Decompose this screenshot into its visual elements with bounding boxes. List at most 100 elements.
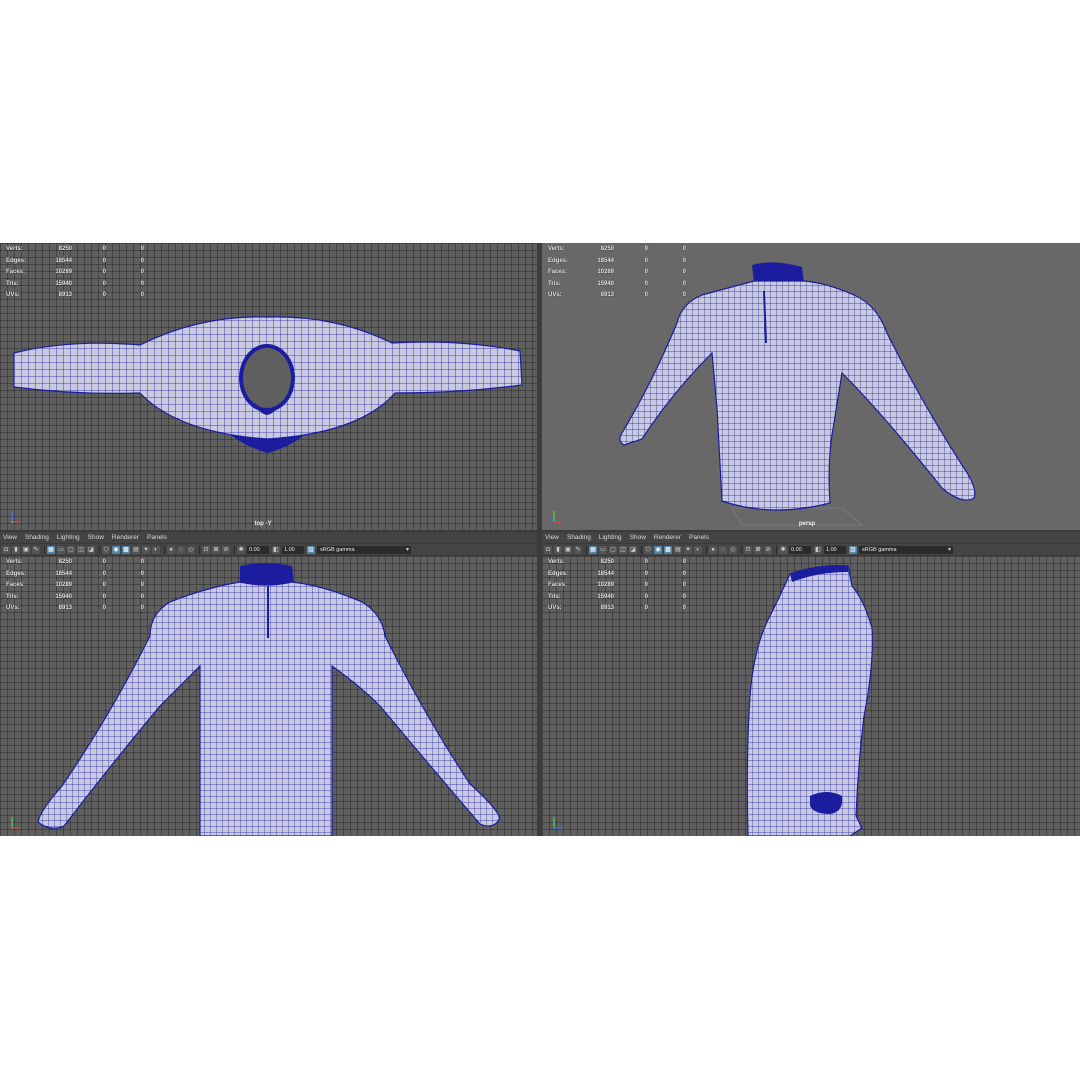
anti-alias-icon[interactable]: ◇ xyxy=(187,545,195,554)
hud-value: 8250 xyxy=(58,559,72,565)
hud-row-verts: Verts: 8250 0 0 xyxy=(548,244,686,256)
hud-value: 0 xyxy=(682,570,686,577)
shadows-icon[interactable]: ◐ xyxy=(694,545,702,554)
menu-renderer[interactable]: Renderer xyxy=(651,534,686,541)
exposure-icon[interactable]: ✺ xyxy=(237,545,245,554)
hud-value: 0 xyxy=(644,280,648,287)
hud-value: 0 xyxy=(102,292,106,298)
hud-value: 18544 xyxy=(597,570,614,577)
hud-label: UVs: xyxy=(548,605,562,611)
hud-value: 8913 xyxy=(600,292,614,298)
viewport-side[interactable]: Verts: 8250 0 0 Edges: 18544 0 0 Faces: 10289 0 0… xyxy=(542,556,1080,836)
gamma-icon[interactable]: ◧ xyxy=(272,545,280,554)
xray-icon[interactable]: ⊠ xyxy=(212,545,220,554)
viewport-persp[interactable]: Verts: 8250 0 0 Edges: 18544 0 0 Faces: 10289 0 0… xyxy=(542,243,1080,530)
pane-divider-vertical[interactable] xyxy=(537,243,542,836)
grid-icon[interactable]: ▦ xyxy=(47,545,55,554)
view-transform-select[interactable]: sRGB gamma xyxy=(859,545,953,554)
hud-value: 0 xyxy=(682,280,686,287)
lights-icon[interactable]: ✦ xyxy=(684,545,692,554)
hud-row-faces: Faces: 10289 0 0 xyxy=(548,580,686,592)
camera-icon[interactable]: ◘ xyxy=(544,545,552,554)
menu-panels[interactable]: Panels xyxy=(686,534,714,541)
pencil-icon[interactable]: ✎ xyxy=(574,545,582,554)
menu-shading[interactable]: Shading xyxy=(22,534,54,541)
hud-value: 0 xyxy=(682,559,686,565)
smooth-shade-icon[interactable]: ◉ xyxy=(112,545,120,554)
menu-shading[interactable]: Shading xyxy=(564,534,596,541)
menu-show[interactable]: Show xyxy=(627,534,651,541)
hud-label: Verts: xyxy=(548,559,565,565)
exposure-icon[interactable]: ✺ xyxy=(779,545,787,554)
menu-lighting[interactable]: Lighting xyxy=(54,534,85,541)
menu-panels[interactable]: Panels xyxy=(144,534,172,541)
exposure-field[interactable]: 0.00 xyxy=(789,545,811,554)
ambient-occlusion-icon[interactable]: ● xyxy=(709,545,717,554)
exposure-field[interactable]: 0.00 xyxy=(247,545,269,554)
isolate-icon[interactable]: ⊡ xyxy=(202,545,210,554)
hud-label: UVs: xyxy=(6,605,20,611)
hud-row-tris: Tris: 15940 0 0 xyxy=(548,592,686,604)
hud-value: 0 xyxy=(644,593,648,600)
wireframe-icon[interactable]: ⬡ xyxy=(644,545,652,554)
wireframe-icon[interactable]: ⬡ xyxy=(102,545,110,554)
wireframe-on-shaded-icon[interactable]: ▩ xyxy=(122,545,130,554)
camera-icon[interactable]: ◘ xyxy=(2,545,10,554)
image-plane-icon[interactable]: ▣ xyxy=(22,545,30,554)
gamma-field[interactable]: 1.00 xyxy=(282,545,304,554)
menu-view[interactable]: View xyxy=(542,534,564,541)
bookmark-icon[interactable]: ▮ xyxy=(12,545,20,554)
textured-icon[interactable]: ▤ xyxy=(674,545,682,554)
hud-row-tris: Tris: 15940 0 0 xyxy=(6,592,144,604)
xray-icon[interactable]: ⊠ xyxy=(754,545,762,554)
color-management-icon[interactable]: ▨ xyxy=(849,545,857,554)
menu-renderer[interactable]: Renderer xyxy=(109,534,144,541)
bookmark-icon[interactable]: ▮ xyxy=(554,545,562,554)
hud-value: 0 xyxy=(682,246,686,252)
image-plane-icon[interactable]: ▣ xyxy=(564,545,572,554)
hud-value: 0 xyxy=(102,246,106,252)
safe-title-icon[interactable]: ◪ xyxy=(87,545,95,554)
safe-action-icon[interactable]: ◫ xyxy=(619,545,627,554)
resolution-gate-icon[interactable]: ▢ xyxy=(609,545,617,554)
xray-joints-icon[interactable]: ⊘ xyxy=(764,545,772,554)
lights-icon[interactable]: ✦ xyxy=(142,545,150,554)
poly-count-hud: Verts: 8250 0 0 Edges: 18544 0 0 Faces: 10289 0 0… xyxy=(6,244,144,302)
menu-show[interactable]: Show xyxy=(85,534,109,541)
pencil-icon[interactable]: ✎ xyxy=(32,545,40,554)
hud-value: 15940 xyxy=(55,280,72,287)
hud-label: Verts: xyxy=(6,559,23,565)
toolbar-separator xyxy=(44,545,45,554)
color-management-icon[interactable]: ▨ xyxy=(307,545,315,554)
gamma-field[interactable]: 1.00 xyxy=(824,545,846,554)
hud-value: 8250 xyxy=(600,559,614,565)
isolate-icon[interactable]: ⊡ xyxy=(744,545,752,554)
menu-view[interactable]: View xyxy=(0,534,22,541)
hud-value: 0 xyxy=(644,605,648,611)
safe-title-icon[interactable]: ◪ xyxy=(629,545,637,554)
axis-gizmo xyxy=(550,508,564,524)
poly-count-hud: Verts: 8250 0 0 Edges: 18544 0 0 Faces: 10289 0 0… xyxy=(548,557,686,615)
ambient-occlusion-icon[interactable]: ● xyxy=(167,545,175,554)
gamma-icon[interactable]: ◧ xyxy=(814,545,822,554)
viewport-front[interactable]: Verts: 8250 0 0 Edges: 18544 0 0 Faces: 10289 0 0… xyxy=(0,556,537,836)
smooth-shade-icon[interactable]: ◉ xyxy=(654,545,662,554)
menu-lighting[interactable]: Lighting xyxy=(596,534,627,541)
motion-blur-icon[interactable]: ◌ xyxy=(719,545,727,554)
shadows-icon[interactable]: ◐ xyxy=(152,545,160,554)
motion-blur-icon[interactable]: ◌ xyxy=(177,545,185,554)
view-transform-select[interactable]: sRGB gamma xyxy=(317,545,411,554)
xray-joints-icon[interactable]: ⊘ xyxy=(222,545,230,554)
film-gate-icon[interactable]: ▭ xyxy=(57,545,65,554)
viewport-top[interactable]: Verts: 8250 0 0 Edges: 18544 0 0 Faces: 10289 0 0… xyxy=(0,243,537,530)
anti-alias-icon[interactable]: ◇ xyxy=(729,545,737,554)
textured-icon[interactable]: ▤ xyxy=(132,545,140,554)
safe-action-icon[interactable]: ◫ xyxy=(77,545,85,554)
hud-row-verts: Verts: 8250 0 0 xyxy=(6,244,144,256)
wireframe-on-shaded-icon[interactable]: ▩ xyxy=(664,545,672,554)
film-gate-icon[interactable]: ▭ xyxy=(599,545,607,554)
resolution-gate-icon[interactable]: ▢ xyxy=(67,545,75,554)
hud-value: 0 xyxy=(644,559,648,565)
hud-value: 15940 xyxy=(55,593,72,600)
grid-icon[interactable]: ▦ xyxy=(589,545,597,554)
